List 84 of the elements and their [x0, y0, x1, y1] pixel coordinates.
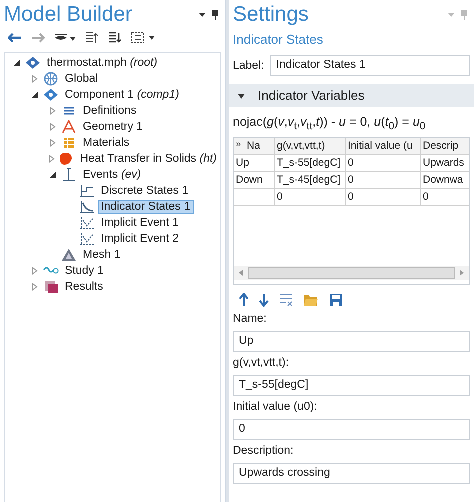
back-arrow-icon[interactable]	[8, 33, 22, 43]
tree-item[interactable]: Global	[62, 72, 102, 86]
tree-item[interactable]: Mesh 1	[80, 248, 124, 262]
triangle-icon	[61, 248, 77, 262]
table-cell: 0	[346, 172, 421, 188]
horizontal-scrollbar[interactable]	[234, 266, 469, 280]
label-caption: Label:	[233, 60, 264, 72]
label-field[interactable]: Indicator States 1	[270, 55, 470, 76]
curve-graph-icon	[79, 200, 95, 214]
tree-item[interactable]: Discrete States 1	[98, 184, 192, 198]
section-toggle-icon[interactable]	[237, 92, 246, 100]
equation: nojac(g(v,v$_{t}$,v$_{tt}$,t)) - u = 0, u(t$_{0}$) = u$_{0}$	[233, 115, 427, 132]
input-field[interactable]: 0	[233, 418, 470, 440]
expand-triangle-icon[interactable]	[49, 139, 57, 147]
tree-item[interactable]: Geometry 1	[80, 120, 146, 134]
input-field[interactable]: T_s-55[degC]	[233, 374, 470, 396]
folder-icon[interactable]	[303, 292, 319, 306]
expand-triangle-icon[interactable]	[48, 155, 56, 163]
blob-icon	[58, 152, 74, 166]
section-title: Indicator Variables	[258, 88, 365, 103]
globe-icon	[43, 72, 59, 86]
tree-item[interactable]: Implicit Event 2	[98, 232, 182, 246]
diamond-icon	[25, 56, 41, 70]
clear-list-icon[interactable]	[279, 292, 293, 306]
save-icon[interactable]	[329, 292, 343, 306]
expand-triangle-icon[interactable]	[31, 267, 39, 275]
axis-icon	[61, 168, 77, 182]
table-cell: 0	[421, 188, 469, 206]
expand-icon[interactable]	[108, 32, 122, 44]
expand-triangle-icon[interactable]	[31, 75, 39, 83]
panel-title: Model Builder	[4, 3, 132, 27]
tree-item[interactable]: Events (ev)	[80, 168, 144, 182]
check-graph-icon	[79, 232, 95, 246]
collapse-icon[interactable]	[85, 32, 99, 44]
diamond-icon	[43, 88, 59, 102]
grid-icon	[61, 136, 77, 150]
input-field[interactable]: Up	[233, 330, 470, 352]
tree-item[interactable]: Study 1	[62, 264, 107, 278]
tree-item[interactable]: Heat Transfer in Solids (ht)	[77, 152, 220, 166]
expand-triangle-icon[interactable]	[31, 283, 39, 291]
collapse-triangle-icon[interactable]	[31, 91, 39, 99]
table-cell: Down	[234, 172, 275, 188]
table-cell: Up	[234, 154, 275, 172]
tree-item[interactable]: Definitions	[80, 104, 140, 118]
step-graph-icon	[79, 184, 95, 198]
column-header[interactable]: Na	[247, 138, 260, 154]
move-down-icon[interactable]	[259, 292, 269, 306]
table-cell: 0	[346, 188, 421, 206]
tree-item[interactable]: Indicator States 1	[98, 200, 194, 214]
section-header[interactable]: Indicator Variables	[229, 84, 474, 107]
field-label: Initial value (u0):	[233, 400, 318, 412]
tree-item[interactable]: Materials	[80, 136, 133, 150]
pin-icon[interactable]	[199, 10, 221, 20]
expand-triangle-icon[interactable]	[49, 107, 57, 115]
letter-a-icon	[61, 120, 77, 134]
input-field[interactable]: Upwards crossing	[233, 462, 470, 484]
tree-item[interactable]: Component 1 (comp1)	[62, 88, 182, 102]
table-cell: T_s-45[degC]	[275, 172, 346, 188]
scroll-right-icon[interactable]	[459, 270, 465, 276]
squares-icon	[43, 280, 59, 294]
table-cell: Downwa	[421, 172, 469, 188]
table-cell: Upwards	[421, 154, 469, 172]
table-cell: 0	[346, 154, 421, 172]
forward-arrow-icon[interactable]	[31, 33, 45, 43]
tree-item[interactable]: Results	[62, 280, 106, 294]
expand-triangle-icon[interactable]	[49, 123, 57, 131]
table-cell: T_s-55[degC]	[275, 154, 346, 172]
collapse-triangle-icon[interactable]	[13, 59, 21, 67]
move-up-icon[interactable]	[239, 292, 249, 306]
tree-item[interactable]: thermostat.mph (root)	[44, 56, 161, 70]
list-icon	[61, 104, 77, 118]
check-graph-icon	[79, 216, 95, 230]
panel-title: Settings	[233, 3, 309, 27]
table-cell: 0	[275, 188, 346, 206]
field-label: Description:	[233, 444, 295, 456]
field-label: g(v,vt,vtt,t):	[233, 356, 290, 368]
field-label: Name:	[233, 312, 268, 324]
settings-subtitle: Indicator States	[233, 32, 324, 47]
tree-item[interactable]: Implicit Event 1	[98, 216, 182, 230]
collapse-triangle-icon[interactable]	[49, 171, 57, 179]
table-header-marker[interactable]: »	[236, 138, 242, 154]
scroll-left-icon[interactable]	[238, 270, 244, 276]
eye-dropdown-icon[interactable]	[54, 33, 76, 43]
tree-dropdown-icon[interactable]	[131, 32, 157, 44]
